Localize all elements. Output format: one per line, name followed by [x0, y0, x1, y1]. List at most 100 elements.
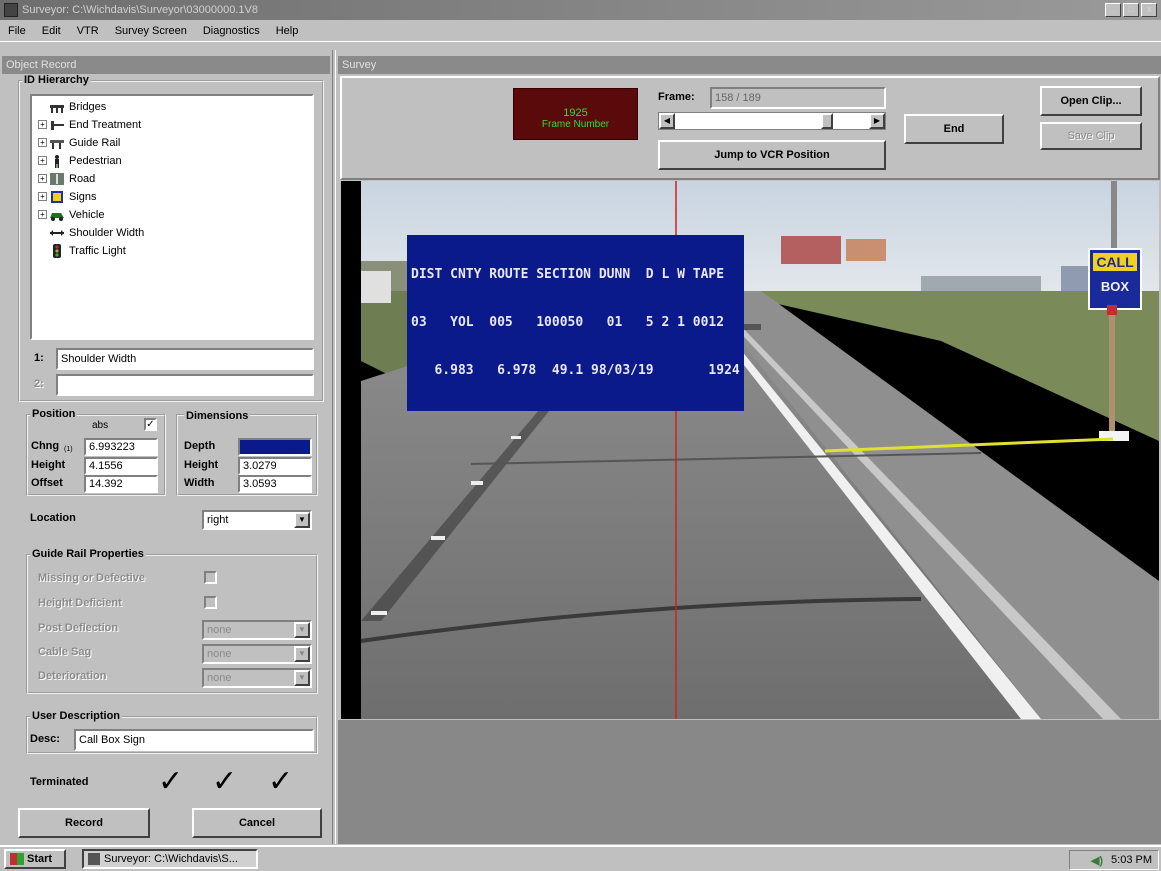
- field2-label: 2:: [34, 378, 44, 390]
- sign-line-2: BOX: [1101, 279, 1130, 294]
- dim-height-label: Height: [184, 459, 219, 471]
- expand-icon[interactable]: +: [38, 156, 47, 165]
- survey-lower-area: [338, 720, 1161, 844]
- expand-icon[interactable]: +: [38, 210, 47, 219]
- missing-defective-checkbox[interactable]: [204, 571, 217, 584]
- chevron-down-icon[interactable]: ▼: [294, 670, 310, 686]
- scroll-left-icon[interactable]: ◀: [659, 113, 675, 129]
- expand-icon[interactable]: +: [38, 174, 47, 183]
- field1-label: 1:: [34, 352, 44, 364]
- tree-item-pedestrian[interactable]: + Pedestrian: [38, 152, 122, 169]
- scroll-right-icon[interactable]: ▶: [869, 113, 885, 129]
- guide-rail-label: Guide Rail Properties: [30, 548, 146, 560]
- chevron-down-icon[interactable]: ▼: [294, 622, 310, 638]
- osd-line-3: 6.983 6.978 49.1 98/03/19 1924: [411, 363, 740, 378]
- width-label: Width: [184, 477, 215, 489]
- close-button[interactable]: x: [1141, 3, 1157, 17]
- menu-help[interactable]: Help: [276, 25, 299, 37]
- chng-field[interactable]: 6.993223: [84, 438, 158, 456]
- chevron-down-icon[interactable]: ▼: [294, 512, 310, 528]
- video-frame[interactable]: CALL BOX DIST CNTY ROUTE SECTION DUNN D …: [341, 181, 1159, 719]
- menu-vtr[interactable]: VTR: [77, 25, 99, 37]
- terminated-check-3-icon[interactable]: ✓: [268, 764, 293, 799]
- road-icon: [49, 172, 65, 186]
- expand-icon[interactable]: +: [38, 138, 47, 147]
- dimensions-label: Dimensions: [184, 410, 251, 422]
- tree-item-bridges[interactable]: Bridges: [38, 98, 106, 115]
- depth-field[interactable]: [238, 438, 312, 456]
- description-input[interactable]: Call Box Sign: [74, 729, 314, 751]
- open-clip-button[interactable]: Open Clip...: [1040, 86, 1142, 116]
- hierarchy-level2-field[interactable]: [56, 374, 314, 396]
- post-deflection-label: Post Deflection: [38, 622, 119, 634]
- location-select[interactable]: right ▼: [202, 510, 312, 530]
- frame-number-value: 1925: [563, 107, 588, 119]
- terminated-check-2-icon[interactable]: ✓: [212, 764, 237, 799]
- taskbar-surveyor-task[interactable]: Surveyor: C:\Wichdavis\S...: [82, 849, 258, 869]
- abs-label: abs: [92, 420, 109, 431]
- position-height-field[interactable]: 4.1556: [84, 457, 158, 475]
- app-icon: [88, 853, 100, 865]
- hierarchy-level1-field[interactable]: Shoulder Width: [56, 348, 314, 370]
- dim-width-field[interactable]: 3.0593: [238, 475, 312, 493]
- menu-file[interactable]: File: [8, 25, 26, 37]
- windows-logo-icon: [10, 853, 24, 865]
- position-label: Position: [30, 408, 78, 420]
- id-hierarchy-tree[interactable]: Bridges + End Treatment + Guide Rail + P…: [30, 94, 314, 340]
- abs-checkbox[interactable]: ✓: [144, 418, 157, 431]
- clock: 5:03 PM: [1111, 854, 1152, 866]
- jump-to-vcr-button[interactable]: Jump to VCR Position: [658, 140, 886, 170]
- deterioration-select[interactable]: none ▼: [202, 668, 312, 688]
- offset-field[interactable]: 14.392: [84, 475, 158, 493]
- bridge-icon: [49, 100, 65, 114]
- height-deficient-label: Height Deficient: [38, 597, 122, 609]
- frame-counter-field: 158 / 189: [710, 87, 886, 109]
- scroll-thumb[interactable]: [821, 113, 833, 129]
- tree-item-traffic-light[interactable]: Traffic Light: [38, 242, 126, 259]
- survey-title: Survey: [338, 56, 1161, 74]
- osd-line-2: 03 YOL 005 100050 01 5 2 1 0012: [411, 315, 725, 330]
- end-button[interactable]: End: [904, 114, 1004, 144]
- depth-label: Depth: [184, 440, 216, 452]
- terminated-check-1-icon[interactable]: ✓: [158, 764, 183, 799]
- maximize-button[interactable]: □: [1123, 3, 1139, 17]
- expand-icon[interactable]: +: [38, 120, 47, 129]
- tree-item-road[interactable]: + Road: [38, 170, 95, 187]
- pedestrian-icon: [49, 154, 65, 168]
- chng-sub-label: (1): [64, 446, 73, 453]
- tree-item-end-treatment[interactable]: + End Treatment: [38, 116, 141, 133]
- dim-height-field[interactable]: 3.0279: [238, 457, 312, 475]
- app-icon: [4, 3, 18, 17]
- height-label: Height: [31, 459, 66, 471]
- tree-item-shoulder-width[interactable]: Shoulder Width: [38, 224, 144, 241]
- post-deflection-select[interactable]: none ▼: [202, 620, 312, 640]
- frame-scrollbar[interactable]: ◀ ▶: [658, 112, 886, 130]
- window-title-bar[interactable]: Surveyor: C:\Wichdavis\Surveyor\03000000…: [0, 0, 1161, 20]
- chng-label: Chng: [31, 440, 60, 452]
- menu-edit[interactable]: Edit: [42, 25, 61, 37]
- taskbar: Start Surveyor: C:\Wichdavis\S... ◀) 5:0…: [0, 845, 1161, 871]
- tree-item-vehicle[interactable]: + Vehicle: [38, 206, 104, 223]
- chevron-down-icon[interactable]: ▼: [294, 646, 310, 662]
- minimize-button[interactable]: _: [1105, 3, 1121, 17]
- menu-diagnostics[interactable]: Diagnostics: [203, 25, 260, 37]
- panel-divider[interactable]: [332, 50, 336, 844]
- sign-line-1: CALL: [1096, 254, 1134, 270]
- save-clip-button[interactable]: Save Clip: [1040, 122, 1142, 150]
- record-button[interactable]: Record: [18, 808, 150, 838]
- vehicle-icon: [49, 208, 65, 222]
- height-deficient-checkbox[interactable]: [204, 596, 217, 609]
- missing-defective-label: Missing or Defective: [38, 572, 145, 584]
- terminated-label: Terminated: [30, 776, 89, 788]
- speaker-icon[interactable]: ◀): [1091, 854, 1103, 867]
- cable-sag-select[interactable]: none ▼: [202, 644, 312, 664]
- end-treatment-icon: [49, 118, 65, 132]
- start-button[interactable]: Start: [4, 849, 66, 869]
- expand-icon[interactable]: +: [38, 192, 47, 201]
- system-tray: ◀) 5:03 PM: [1069, 850, 1159, 870]
- location-label: Location: [30, 512, 76, 524]
- tree-item-guide-rail[interactable]: + Guide Rail: [38, 134, 120, 151]
- tree-item-signs[interactable]: + Signs: [38, 188, 97, 205]
- menu-survey-screen[interactable]: Survey Screen: [115, 25, 187, 37]
- cancel-button[interactable]: Cancel: [192, 808, 322, 838]
